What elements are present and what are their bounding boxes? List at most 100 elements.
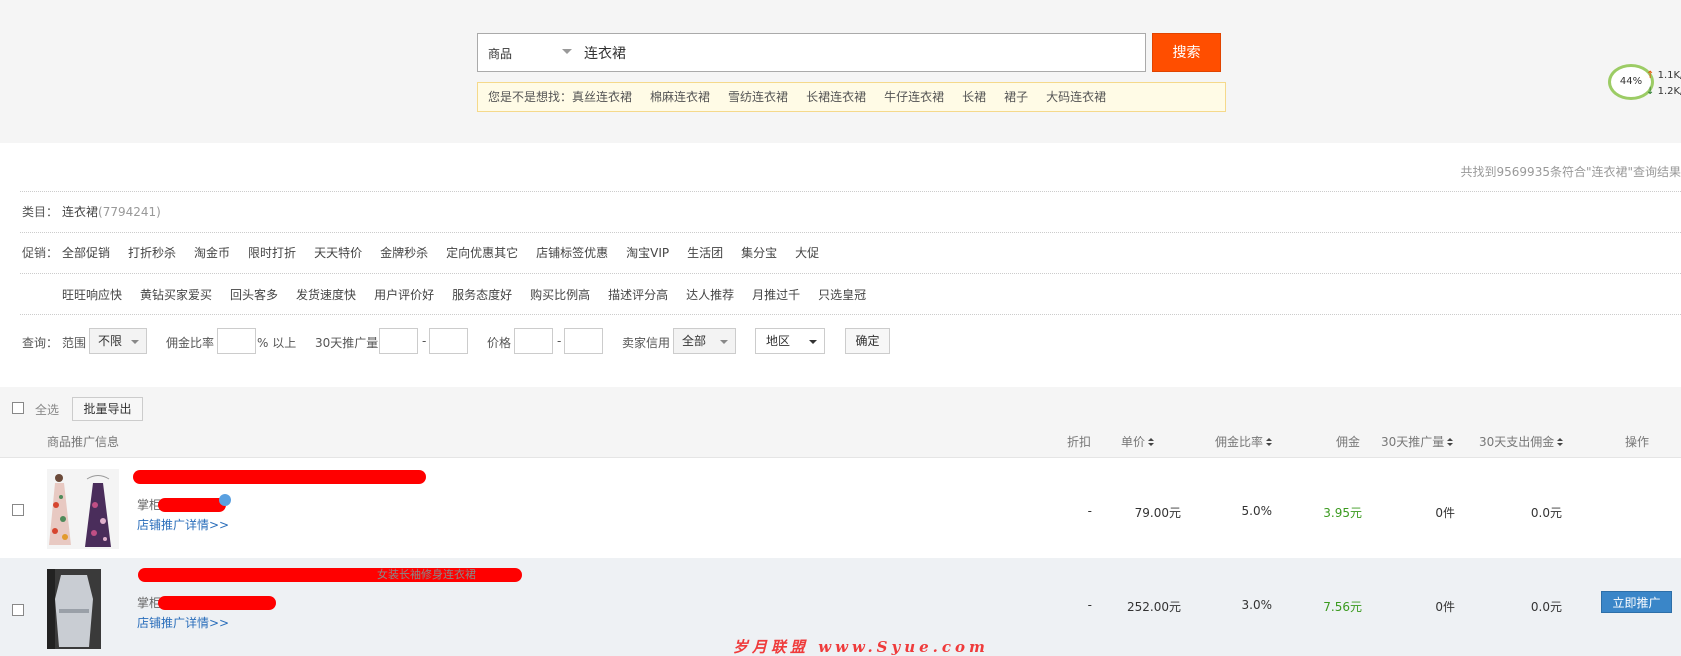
- promo-option[interactable]: 大促: [795, 246, 819, 260]
- promo-option[interactable]: 全部促销: [62, 246, 110, 260]
- promote-now-button[interactable]: 立即推广: [1601, 591, 1672, 613]
- redacted-shop-name: [158, 596, 276, 610]
- suggestion-link[interactable]: 牛仔连衣裙: [884, 90, 944, 104]
- search-type-select[interactable]: 商品: [488, 45, 512, 62]
- sales-min-input[interactable]: [379, 328, 418, 354]
- arrow-up-icon: ↑: [1646, 70, 1655, 81]
- promo-option[interactable]: 金牌秒杀: [380, 246, 428, 260]
- promo-option[interactable]: 生活团: [687, 246, 723, 260]
- promo-option[interactable]: 描述评分高: [608, 288, 668, 302]
- sort-icon: [1148, 438, 1155, 447]
- sales-max-input[interactable]: [429, 328, 468, 354]
- credit-label: 卖家信用: [622, 336, 671, 350]
- price-max-input[interactable]: [564, 328, 603, 354]
- promo-option[interactable]: 黄钻买家爱买: [140, 288, 212, 302]
- wangwang-chat-icon[interactable]: [219, 494, 231, 506]
- redacted-shop-name: [158, 498, 226, 512]
- suggestion-link[interactable]: 长裙: [962, 90, 986, 104]
- discount-cell: -: [1087, 504, 1092, 518]
- sales-label: 30天推广量: [315, 336, 379, 350]
- sort-icon: [1557, 438, 1564, 447]
- price-min-input[interactable]: [514, 328, 553, 354]
- search-button[interactable]: 搜索: [1152, 33, 1221, 72]
- promo-option[interactable]: 购买比例高: [530, 288, 590, 302]
- chevron-down-icon: [720, 340, 728, 344]
- title-visible-tail: 女装长袖修身连衣裙: [377, 568, 476, 581]
- select-all-checkbox[interactable]: [12, 402, 24, 414]
- range-select[interactable]: 不限: [89, 328, 147, 354]
- promo-label: 促销：: [22, 246, 59, 260]
- upload-speed-value: 1.1K/: [1657, 70, 1681, 81]
- shop-promo-detail-link[interactable]: 店铺推广详情>>: [137, 516, 229, 533]
- promo-option[interactable]: 只选皇冠: [818, 288, 866, 302]
- chevron-down-icon: [131, 340, 139, 344]
- price-cell: 252.00元: [1127, 600, 1181, 614]
- suggestion-link[interactable]: 大码连衣裙: [1046, 90, 1106, 104]
- column-header-action: 操作: [1625, 435, 1650, 449]
- batch-export-button[interactable]: 批量导出: [72, 397, 143, 421]
- results-table: 全选 批量导出 商品推广信息 折扣 单价 佣金比率 佣金 30天推广量 30天支…: [0, 387, 1681, 656]
- suggestion-link[interactable]: 裙子: [1004, 90, 1028, 104]
- promo-option[interactable]: 打折秒杀: [128, 246, 176, 260]
- suggest-prefix: 您是不是想找：: [488, 90, 573, 104]
- promo-option[interactable]: 定向优惠其它: [446, 246, 518, 260]
- promo-option[interactable]: 店铺标签优惠: [536, 246, 608, 260]
- category-name[interactable]: 连衣裙: [62, 205, 98, 219]
- promo-option[interactable]: 回头客多: [230, 288, 278, 302]
- promo-option[interactable]: 天天特价: [314, 246, 362, 260]
- sales30-cell: 0件: [1435, 506, 1455, 520]
- credit-select[interactable]: 全部: [673, 328, 736, 354]
- search-area: 商品 搜索 您是不是想找：真丝连衣裙 棉麻连衣裙 雪纺连衣裙 长裙连衣裙 牛仔连衣裙 长裙…: [0, 0, 1681, 143]
- credit-select-value: 全部: [682, 334, 707, 348]
- column-header-spend30[interactable]: 30天支出佣金: [1479, 433, 1564, 450]
- promo-option[interactable]: 淘金币: [194, 246, 230, 260]
- promo-option[interactable]: 集分宝: [741, 246, 777, 260]
- chevron-down-icon[interactable]: [562, 49, 572, 54]
- download-speed-value: 1.2K/: [1657, 86, 1681, 97]
- category-count: (7794241): [98, 205, 161, 219]
- product-thumbnail[interactable]: [47, 569, 101, 649]
- promo-option[interactable]: 限时打折: [248, 246, 296, 260]
- suggestion-link[interactable]: 真丝连衣裙: [572, 90, 632, 104]
- commission-label: 佣金比率: [166, 336, 215, 350]
- row-checkbox[interactable]: [12, 504, 24, 516]
- row-checkbox[interactable]: [12, 604, 24, 616]
- promo-option[interactable]: 旺旺响应快: [62, 288, 122, 302]
- promo-option[interactable]: 月推过千: [752, 288, 800, 302]
- price-cell: 79.00元: [1134, 506, 1181, 520]
- column-header-commission-rate[interactable]: 佣金比率: [1215, 433, 1273, 450]
- suggestion-link[interactable]: 棉麻连衣裙: [650, 90, 710, 104]
- column-header-discount: 折扣: [1067, 435, 1092, 449]
- divider: [20, 191, 1681, 192]
- suggestion-link[interactable]: 长裙连衣裙: [806, 90, 866, 104]
- confirm-button[interactable]: 确定: [845, 328, 890, 354]
- column-header-spend-label: 30天支出佣金: [1479, 435, 1555, 449]
- promo-option[interactable]: 发货速度快: [296, 288, 356, 302]
- watermark: 岁月联盟 www.Syue.com: [733, 638, 989, 656]
- product-thumbnail[interactable]: [47, 469, 119, 549]
- shop-promo-detail-link[interactable]: 店铺推广详情>>: [137, 614, 229, 631]
- promo-option[interactable]: 用户评价好: [374, 288, 434, 302]
- commission-input[interactable]: [217, 328, 256, 354]
- search-suggestions: 您是不是想找：真丝连衣裙 棉麻连衣裙 雪纺连衣裙 长裙连衣裙 牛仔连衣裙 长裙 裙子 大码连衣…: [477, 82, 1226, 112]
- query-row: 查询： 范围 不限 佣金比率 % 以上 30天推广量 - 价格 - 卖家信用 全…: [22, 328, 1022, 354]
- divider: [20, 273, 1681, 274]
- commission-cell: 3.95元: [1323, 506, 1362, 520]
- select-all-label[interactable]: 全选: [35, 401, 59, 418]
- column-header-sales30[interactable]: 30天推广量: [1381, 433, 1454, 450]
- download-speed: ↓ 1.2K/: [1646, 86, 1681, 97]
- region-select[interactable]: 地区: [755, 328, 825, 354]
- range-label: 范围: [62, 336, 87, 350]
- divider: [20, 232, 1681, 233]
- search-input[interactable]: [584, 35, 1139, 70]
- sort-icon: [1266, 438, 1273, 447]
- category-item[interactable]: 连衣裙(7794241): [62, 203, 179, 220]
- region-select-value: 地区: [766, 334, 791, 348]
- query-label: 查询：: [22, 336, 59, 350]
- promo-option[interactable]: 淘宝VIP: [626, 246, 669, 260]
- promo-option[interactable]: 达人推荐: [686, 288, 734, 302]
- promo-option[interactable]: 服务态度好: [452, 288, 512, 302]
- column-header-price[interactable]: 单价: [1121, 433, 1155, 450]
- range-dash: -: [557, 334, 562, 348]
- suggestion-link[interactable]: 雪纺连衣裙: [728, 90, 788, 104]
